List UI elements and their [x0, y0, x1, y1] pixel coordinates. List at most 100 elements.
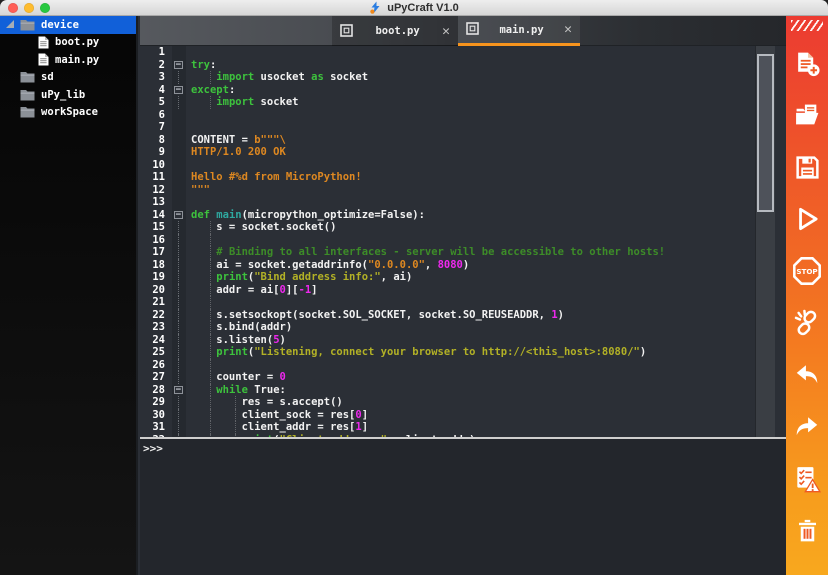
code-text[interactable]: # Binding to all interfaces - server wil… — [186, 246, 786, 259]
code-text[interactable] — [186, 46, 786, 59]
fold-marker-icon[interactable]: − — [174, 86, 183, 94]
scrollbar-thumb[interactable] — [757, 54, 774, 212]
connect-device-button[interactable] — [786, 297, 828, 349]
editor-line[interactable]: 25 print("Listening, connect your browse… — [140, 346, 786, 359]
open-file-button[interactable] — [786, 89, 828, 141]
editor-line[interactable]: 3 import usocket as socket — [140, 71, 786, 84]
code-text[interactable]: s.bind(addr) — [186, 321, 786, 334]
editor-line[interactable]: 9HTTP/1.0 200 OK — [140, 146, 786, 159]
code-text[interactable]: ai = socket.getaddrinfo("0.0.0.0", 8080) — [186, 259, 786, 272]
fold-guide — [178, 421, 179, 434]
tree-item-workSpace[interactable]: workSpace — [0, 104, 136, 122]
code-text[interactable]: client_addr = res[1] — [186, 421, 786, 434]
tab-close-icon[interactable]: ✕ — [564, 23, 572, 36]
window-icon — [340, 22, 353, 41]
tree-item-main.py[interactable]: main.py — [0, 51, 136, 69]
code-text[interactable]: s.setsockopt(socket.SOL_SOCKET, socket.S… — [186, 309, 786, 322]
code-text[interactable]: s.listen(5) — [186, 334, 786, 347]
code-text[interactable]: except: — [186, 84, 786, 97]
code-text[interactable] — [186, 196, 786, 209]
code-text[interactable]: import usocket as socket — [186, 71, 786, 84]
fold-marker-icon[interactable]: − — [174, 61, 183, 69]
download-run-button[interactable] — [786, 193, 828, 245]
fold-margin — [172, 159, 186, 172]
editor-line[interactable]: 29 res = s.accept() — [140, 396, 786, 409]
fold-margin — [172, 171, 186, 184]
editor-line[interactable]: 23 s.bind(addr) — [140, 321, 786, 334]
code-text[interactable]: while True: — [186, 384, 786, 397]
editor-line[interactable]: 13 — [140, 196, 786, 209]
code-text[interactable] — [186, 109, 786, 122]
fold-marker-icon[interactable]: − — [174, 386, 183, 394]
editor-line[interactable]: 2−try: — [140, 59, 786, 72]
code-text[interactable]: s = socket.socket() — [186, 221, 786, 234]
editor-line[interactable]: 14−def main(micropython_optimize=False): — [140, 209, 786, 222]
editor-line[interactable]: 19 print("Bind address info:", ai) — [140, 271, 786, 284]
tab-main.py[interactable]: main.py✕ — [458, 16, 580, 46]
editor-line[interactable]: 6 — [140, 109, 786, 122]
editor-line[interactable]: 31 client_addr = res[1] — [140, 421, 786, 434]
save-file-button[interactable] — [786, 141, 828, 193]
editor-line[interactable]: 20 addr = ai[0][-1] — [140, 284, 786, 297]
clear-console-button[interactable] — [786, 505, 828, 557]
editor-line[interactable]: 18 ai = socket.getaddrinfo("0.0.0.0", 80… — [140, 259, 786, 272]
code-text[interactable]: """ — [186, 184, 786, 197]
editor-line[interactable]: 24 s.listen(5) — [140, 334, 786, 347]
code-text[interactable] — [186, 234, 786, 247]
tab-boot.py[interactable]: boot.py✕ — [332, 16, 458, 46]
editor-line[interactable]: 12""" — [140, 184, 786, 197]
folder-icon — [20, 89, 35, 101]
editor-line[interactable]: 21 — [140, 296, 786, 309]
code-text[interactable]: CONTENT = b"""\ — [186, 134, 786, 147]
editor-line[interactable]: 10 — [140, 159, 786, 172]
redo-button[interactable] — [786, 401, 828, 453]
fold-marker-icon[interactable]: − — [174, 211, 183, 219]
code-text[interactable]: res = s.accept() — [186, 396, 786, 409]
code-text[interactable]: import socket — [186, 96, 786, 109]
editor-line[interactable]: 8CONTENT = b"""\ — [140, 134, 786, 147]
tree-item-uPy_lib[interactable]: uPy_lib — [0, 86, 136, 104]
code-text[interactable]: counter = 0 — [186, 371, 786, 384]
tree-item-sd[interactable]: sd — [0, 69, 136, 87]
close-window-button[interactable] — [8, 3, 18, 13]
fold-margin — [172, 96, 186, 109]
stop-button[interactable]: STOP — [786, 245, 828, 297]
tab-close-icon[interactable]: ✕ — [442, 25, 450, 38]
editor-line[interactable]: 7 — [140, 121, 786, 134]
code-text[interactable]: client_sock = res[0] — [186, 409, 786, 422]
editor-line[interactable]: 5 import socket — [140, 96, 786, 109]
editor-line[interactable]: 22 s.setsockopt(socket.SOL_SOCKET, socke… — [140, 309, 786, 322]
editor-line[interactable]: 16 — [140, 234, 786, 247]
editor-line[interactable]: 28− while True: — [140, 384, 786, 397]
code-text[interactable]: print("Bind address info:", ai) — [186, 271, 786, 284]
editor-line[interactable]: 30 client_sock = res[0] — [140, 409, 786, 422]
code-text[interactable]: try: — [186, 59, 786, 72]
editor-scrollbar[interactable] — [755, 46, 775, 437]
code-text[interactable]: print("Listening, connect your browser t… — [186, 346, 786, 359]
new-file-button[interactable] — [786, 37, 828, 89]
tree-item-boot.py[interactable]: boot.py — [0, 34, 136, 52]
editor-line[interactable]: 26 — [140, 359, 786, 372]
editor-line[interactable]: 11Hello #%d from MicroPython! — [140, 171, 786, 184]
console-panel[interactable]: >>> — [140, 439, 786, 575]
code-text[interactable] — [186, 159, 786, 172]
editor-line[interactable]: 1 — [140, 46, 786, 59]
minimize-window-button[interactable] — [24, 3, 34, 13]
editor-line[interactable]: 17 # Binding to all interfaces - server … — [140, 246, 786, 259]
editor-line[interactable]: 27 counter = 0 — [140, 371, 786, 384]
code-text[interactable]: HTTP/1.0 200 OK — [186, 146, 786, 159]
disclosure-triangle-icon[interactable] — [6, 20, 14, 28]
code-text[interactable] — [186, 296, 786, 309]
tree-item-device[interactable]: device — [0, 16, 136, 34]
code-text[interactable] — [186, 359, 786, 372]
code-text[interactable]: addr = ai[0][-1] — [186, 284, 786, 297]
zoom-window-button[interactable] — [40, 3, 50, 13]
syntax-check-button[interactable] — [786, 453, 828, 505]
code-text[interactable] — [186, 121, 786, 134]
code-text[interactable]: def main(micropython_optimize=False): — [186, 209, 786, 222]
code-editor[interactable]: 12−try:3 import usocket as socket4−excep… — [140, 46, 786, 437]
code-text[interactable]: Hello #%d from MicroPython! — [186, 171, 786, 184]
editor-line[interactable]: 15 s = socket.socket() — [140, 221, 786, 234]
undo-button[interactable] — [786, 349, 828, 401]
editor-line[interactable]: 4−except: — [140, 84, 786, 97]
